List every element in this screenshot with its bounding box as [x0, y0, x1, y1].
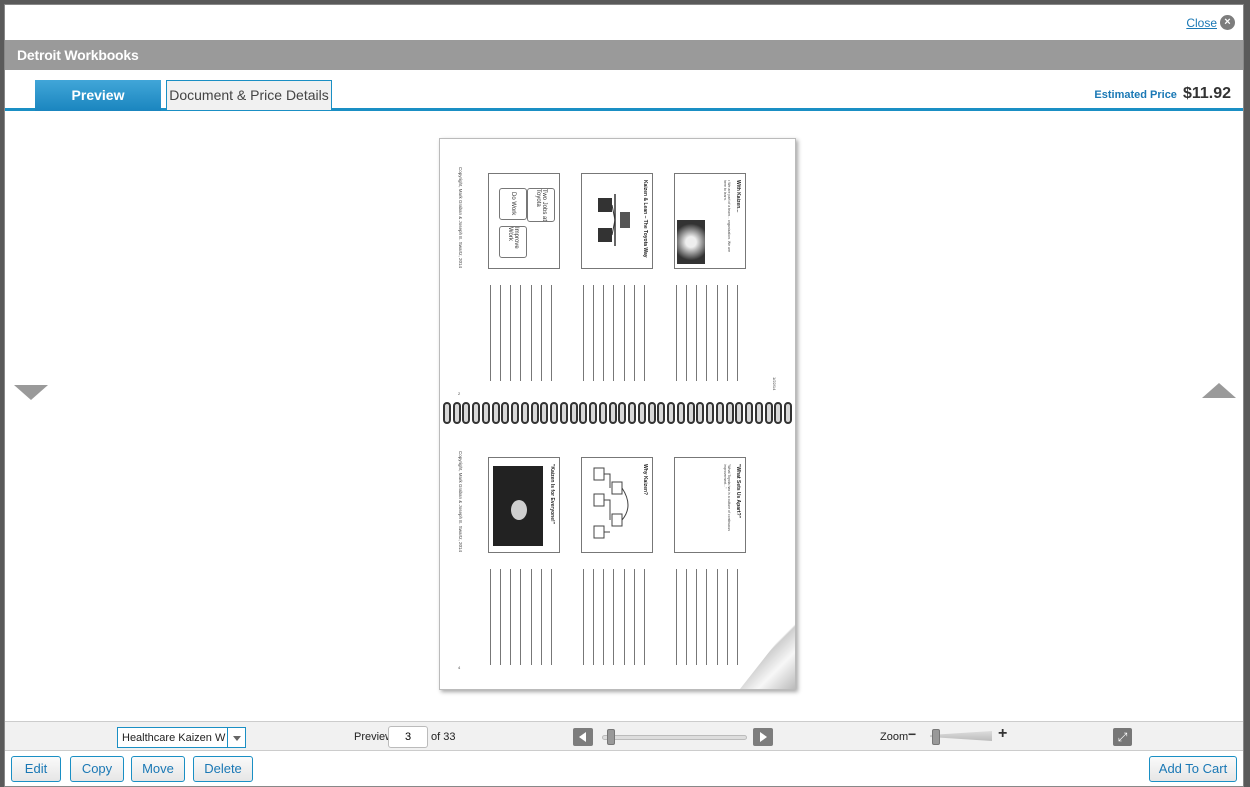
estimated-price: Estimated Price $11.92 [1094, 85, 1231, 103]
slide-thumbnail: "Kaizen Is for Everyone!" [488, 457, 560, 553]
zoom-in-icon[interactable]: + [998, 725, 1007, 743]
slide-box: Improve Work [499, 226, 527, 258]
note-lines [676, 285, 738, 381]
slide-title: Why Kaizen? [642, 464, 648, 496]
slide-diagram: Two Jobs at Toyota Do Work Improve Work [499, 184, 555, 260]
workbook-page-top: Copyright, Mark Graban & Joseph E. Swart… [440, 147, 795, 397]
slide-box: Do Work [499, 188, 527, 220]
slide-thumbnail: Kaizen & Lean – The Toyota Way [581, 173, 653, 269]
total-pages-label: of 33 [431, 731, 456, 743]
workbook-preview-modal: Close × Detroit Workbooks Preview Docume… [4, 4, 1244, 787]
tab-bar: Preview Document & Price Details Estimat… [5, 70, 1243, 111]
close-row: Close × [5, 5, 1243, 40]
price-value: $11.92 [1182, 85, 1231, 102]
page-number-input[interactable] [388, 726, 428, 748]
next-page-icon[interactable] [753, 728, 773, 746]
document-select[interactable] [117, 727, 246, 748]
page-number: 2 [458, 391, 461, 396]
modal-title: Detroit Workbooks [17, 47, 139, 63]
balance-scale-icon [598, 194, 630, 246]
copyright-text: Copyright, Mark Graban & Joseph E. Swart… [458, 451, 463, 553]
close-link[interactable]: Close [1186, 16, 1217, 30]
spiral-binding [440, 400, 795, 426]
slide-title: Kaizen & Lean – The Toyota Way [642, 180, 648, 258]
page-slider[interactable] [602, 735, 747, 740]
price-label: Estimated Price [1094, 89, 1177, 101]
slide-photo [677, 220, 705, 264]
slide-thumbnail: "What Sets Us Apart?" "What Toyota has i… [674, 457, 746, 553]
slide-box: Two Jobs at Toyota [527, 188, 555, 222]
note-lines [676, 569, 738, 665]
previous-page-icon[interactable] [573, 728, 593, 746]
move-button[interactable]: Move [131, 756, 185, 782]
tab-preview[interactable]: Preview [35, 80, 161, 111]
slide-body: • We are part of a team... organization.… [723, 180, 731, 253]
slide-thumbnail: Why Kaizen? [581, 457, 653, 553]
delete-button[interactable]: Delete [193, 756, 253, 782]
page-date: 1/22/14 [772, 377, 777, 391]
chevron-down-icon[interactable] [227, 728, 245, 747]
copyright-text: Copyright, Mark Graban & Joseph E. Swart… [458, 167, 463, 269]
flowchart-icon [593, 467, 629, 539]
note-lines [583, 285, 645, 381]
preview-toolbar: Preview of 33 Zoom − + ⤢ [5, 721, 1243, 751]
note-lines [490, 285, 552, 381]
slide-title: With Kaizen... [735, 180, 741, 213]
slide-title: "Kaizen Is for Everyone!" [549, 464, 555, 525]
page-number: 4 [458, 665, 461, 670]
fullscreen-icon[interactable]: ⤢ [1113, 728, 1132, 746]
slide-photo [493, 466, 543, 546]
preview-viewer: Copyright, Mark Graban & Joseph E. Swart… [5, 111, 1243, 721]
slide-body: "What Toyota has is a culture of continu… [723, 464, 731, 531]
edit-button[interactable]: Edit [11, 756, 61, 782]
slide-title: "What Sets Us Apart?" [735, 464, 741, 519]
copy-button[interactable]: Copy [70, 756, 124, 782]
zoom-out-icon[interactable]: − [908, 726, 916, 742]
slide-thumbnail: With Kaizen... • We are part of a team..… [674, 173, 746, 269]
title-bar: Detroit Workbooks [5, 40, 1243, 70]
page-slider-handle[interactable] [607, 729, 615, 745]
close-icon[interactable]: × [1220, 15, 1235, 30]
add-to-cart-button[interactable]: Add To Cart [1149, 756, 1237, 782]
zoom-label: Zoom [880, 731, 909, 743]
slide-thumbnail: Two Jobs at Toyota Do Work Improve Work [488, 173, 560, 269]
note-lines [490, 569, 552, 665]
note-lines [583, 569, 645, 665]
scroll-up-arrow-icon[interactable] [1202, 383, 1236, 398]
document-select-input[interactable] [118, 728, 227, 747]
workbook-page-bottom: Copyright, Mark Graban & Joseph E. Swart… [440, 431, 795, 681]
zoom-slider-handle[interactable] [932, 729, 940, 745]
workbook-page-preview: Copyright, Mark Graban & Joseph E. Swart… [439, 138, 796, 690]
action-bar: Edit Copy Move Delete Add To Cart [5, 752, 1243, 787]
tab-document-price-details[interactable]: Document & Price Details [166, 80, 332, 110]
scroll-down-arrow-icon[interactable] [14, 385, 48, 400]
